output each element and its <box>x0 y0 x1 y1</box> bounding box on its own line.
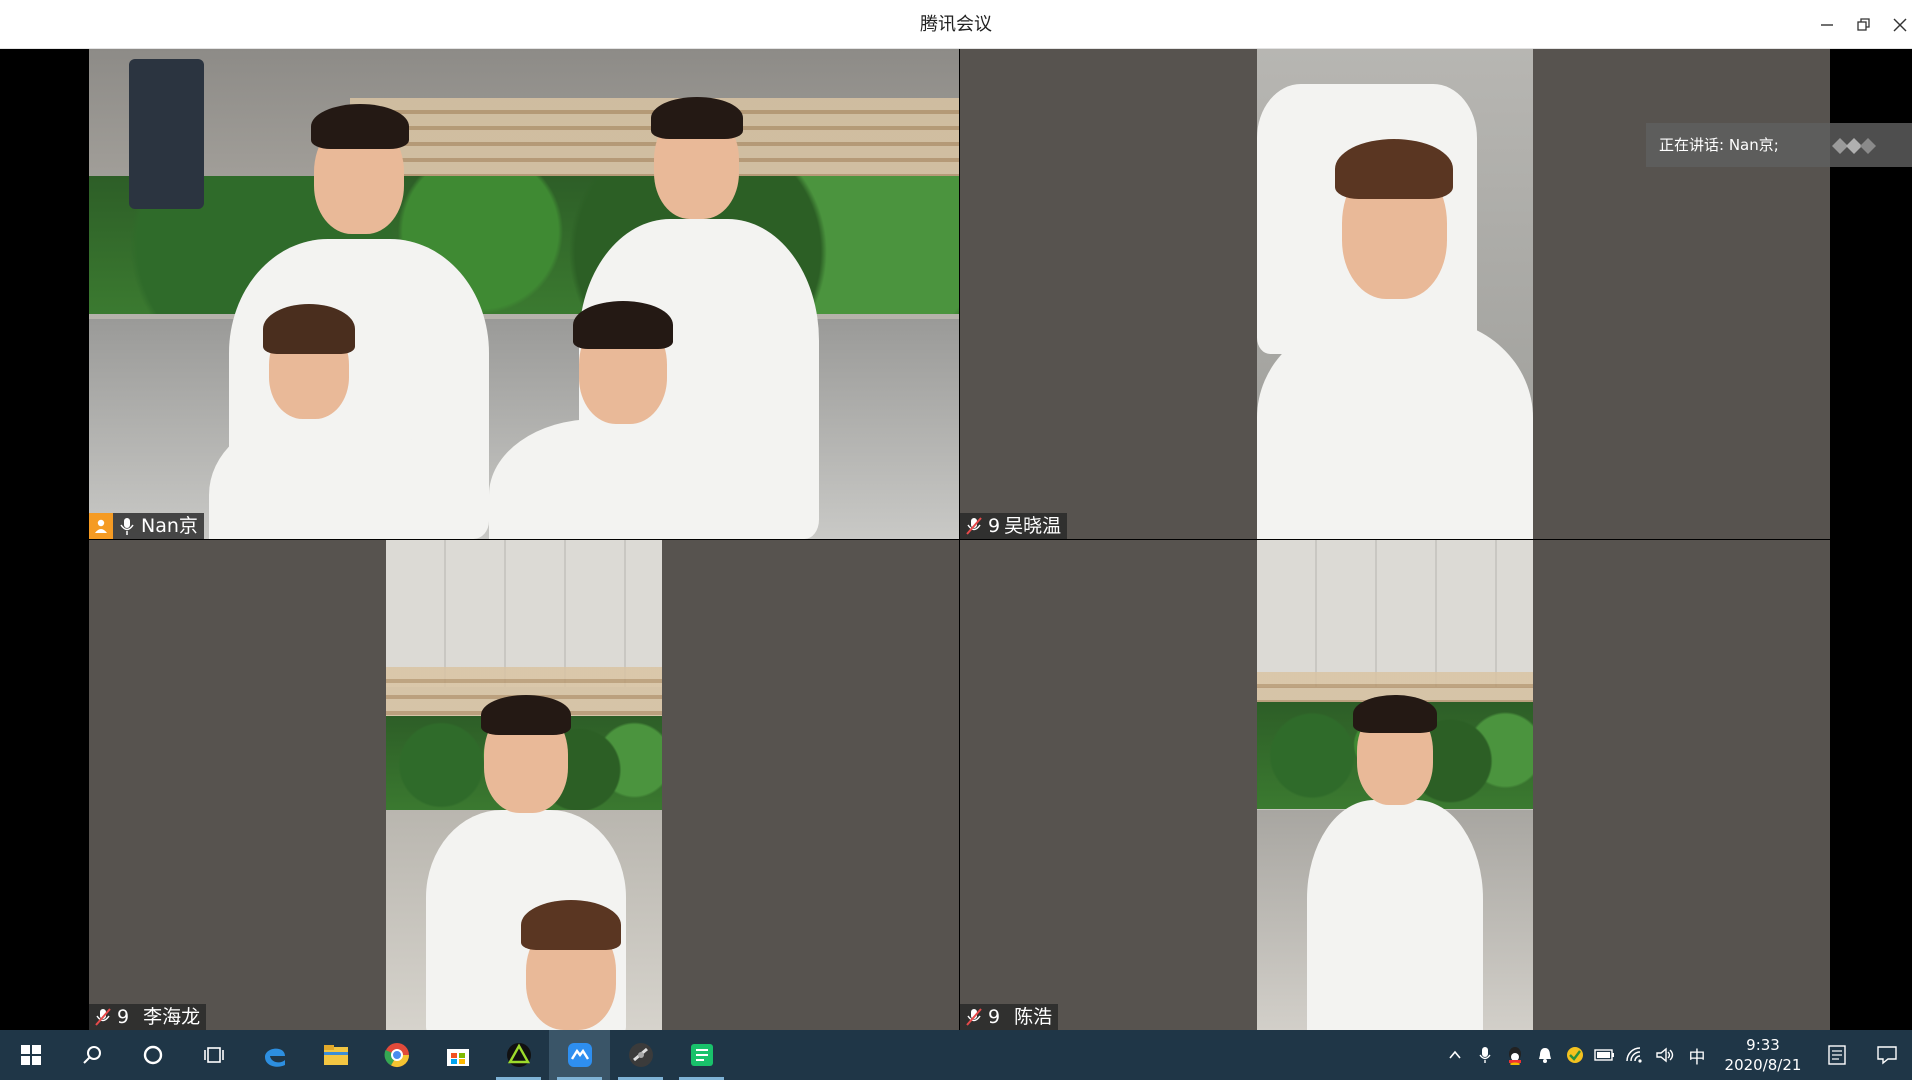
mic-muted-icon <box>964 515 984 537</box>
battery-icon <box>1594 1049 1614 1061</box>
search-button[interactable] <box>61 1030 122 1080</box>
start-button[interactable] <box>0 1030 61 1080</box>
volume-icon <box>1656 1047 1674 1063</box>
taskbar-app-explorer[interactable] <box>305 1030 366 1080</box>
tray-volume[interactable] <box>1650 1030 1680 1080</box>
app-icon <box>506 1043 531 1067</box>
participant-name: 李海龙 <box>143 1006 201 1028</box>
store-icon <box>446 1049 469 1066</box>
notification-icon <box>1877 1046 1897 1065</box>
tray-notification-bell[interactable] <box>1530 1030 1560 1080</box>
search-icon <box>82 1046 101 1064</box>
clock[interactable]: 9:33 2020/8/21 <box>1714 1035 1812 1075</box>
participant-video <box>386 540 662 1030</box>
speaking-text: 正在讲话: Nan京; <box>1659 136 1779 154</box>
participant-label: 9 陈浩 <box>960 1004 1059 1030</box>
input-method-indicator[interactable]: 中 <box>1680 1030 1714 1080</box>
clock-time: 9:33 <box>1746 1036 1780 1054</box>
tray-qq[interactable] <box>1500 1030 1530 1080</box>
tencent-meeting-icon <box>567 1043 592 1067</box>
participant-label: 9 吴晓温 <box>960 513 1068 539</box>
chrome-icon <box>384 1043 409 1068</box>
restore-icon <box>1857 18 1870 31</box>
minimize-button[interactable] <box>1814 12 1840 38</box>
participant-video <box>1257 49 1533 539</box>
close-button[interactable] <box>1887 12 1912 38</box>
notes-icon <box>1828 1045 1846 1065</box>
status-app-icon <box>1567 1047 1583 1063</box>
minimize-icon <box>1821 24 1833 26</box>
edge-icon <box>264 1048 285 1067</box>
participant-label: 9 李海龙 <box>89 1004 207 1030</box>
participant-video <box>1257 540 1533 1030</box>
video-tile-nan-jing[interactable]: Nan京 <box>89 49 959 539</box>
windows-start-icon <box>20 1045 41 1065</box>
taskbar-app-chrome[interactable] <box>366 1030 427 1080</box>
window-title: 腾讯会议 <box>920 14 992 35</box>
file-explorer-icon <box>323 1045 348 1065</box>
participant-prefix: 9 <box>988 515 1001 537</box>
speaking-indicator: 正在讲话: Nan京; <box>1646 123 1912 167</box>
restore-button[interactable] <box>1851 12 1877 38</box>
cortana-button[interactable] <box>122 1030 183 1080</box>
close-icon <box>1893 18 1907 32</box>
taskbar-app-tencent-meeting[interactable] <box>549 1030 610 1080</box>
microphone-icon <box>1479 1047 1491 1063</box>
tray-battery[interactable] <box>1590 1030 1620 1080</box>
tray-wifi[interactable] <box>1620 1030 1650 1080</box>
task-view-button[interactable] <box>183 1030 244 1080</box>
qq-icon <box>1509 1047 1521 1065</box>
participant-prefix: 9 <box>117 1006 130 1028</box>
taskbar-app-media[interactable] <box>610 1030 671 1080</box>
mic-muted-icon <box>964 1006 984 1028</box>
system-tray: 中 9:33 2020/8/21 <box>1440 1030 1912 1080</box>
loading-icon <box>1832 138 1876 154</box>
participant-name: Nan京 <box>141 515 198 537</box>
mic-muted-icon <box>93 1006 113 1028</box>
taskbar-app-store[interactable] <box>427 1030 488 1080</box>
wifi-icon <box>1626 1047 1642 1063</box>
taskbar-app-generic[interactable] <box>488 1030 549 1080</box>
participant-video <box>89 49 959 539</box>
taskbar: 中 9:33 2020/8/21 <box>0 1030 1912 1080</box>
action-center-button[interactable] <box>1862 1030 1912 1080</box>
participant-prefix: 9 <box>988 1006 1001 1028</box>
chevron-up-icon <box>1449 1050 1461 1059</box>
video-grid: Nan京 9 吴晓温 9 李海龙 9 陈浩 <box>0 49 1912 1030</box>
participant-name: 陈浩 <box>1014 1006 1053 1028</box>
participant-name: 吴晓温 <box>1004 515 1062 537</box>
clock-date: 2020/8/21 <box>1724 1056 1802 1074</box>
wechat-work-icon <box>690 1044 713 1066</box>
video-tile-li-hailong[interactable]: 9 李海龙 <box>89 540 959 1030</box>
taskbar-app-edge[interactable] <box>244 1030 305 1080</box>
media-icon <box>628 1043 653 1067</box>
title-bar: 腾讯会议 <box>0 0 1912 49</box>
mic-on-icon <box>117 515 137 537</box>
video-tile-chen-hao[interactable]: 9 陈浩 <box>960 540 1830 1030</box>
show-hidden-icons-button[interactable] <box>1440 1030 1470 1080</box>
host-icon <box>89 513 113 539</box>
tray-microphone[interactable] <box>1470 1030 1500 1080</box>
action-center-notes[interactable] <box>1812 1030 1862 1080</box>
participant-label: Nan京 <box>89 513 204 539</box>
cortana-icon <box>143 1045 162 1065</box>
task-view-icon <box>203 1047 224 1063</box>
bell-icon <box>1539 1048 1551 1063</box>
tray-app-status[interactable] <box>1560 1030 1590 1080</box>
taskbar-app-wechat-work[interactable] <box>671 1030 732 1080</box>
